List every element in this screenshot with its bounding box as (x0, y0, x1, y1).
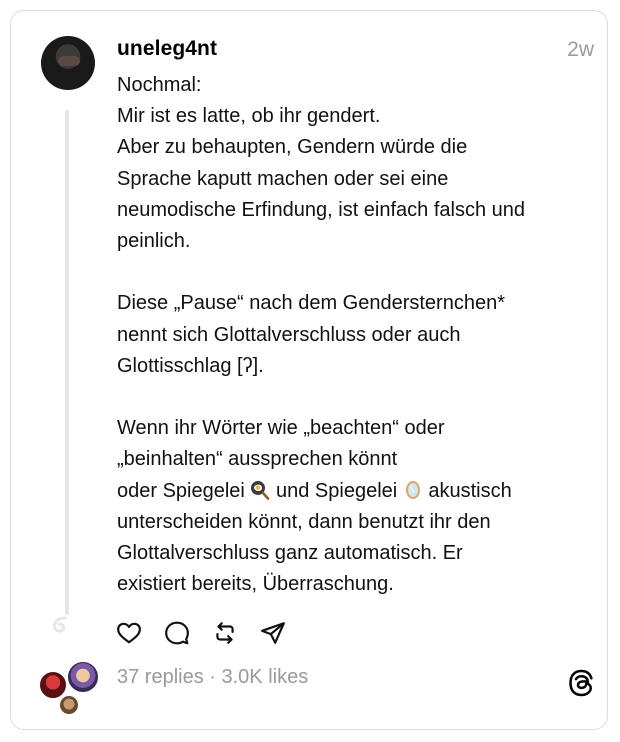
threads-logo-icon[interactable] (566, 668, 596, 698)
repost-icon (215, 622, 234, 644)
timestamp[interactable]: 2w (567, 38, 594, 62)
post-line: neumodische Erfindung, ist einfach falsc… (117, 198, 526, 221)
replier-avatars (36, 660, 102, 716)
comment-icon (164, 621, 189, 645)
post-line: Glottisschlag [ʔ]. (117, 354, 264, 377)
post-line: Sprache kaputt machen oder sei eine (117, 167, 449, 190)
share-button[interactable] (259, 620, 286, 647)
post-line: Mir ist es latte, ob ihr gendert. (117, 105, 381, 128)
post-line: nennt sich Glottalverschluss oder auch (117, 323, 461, 346)
replier-avatar (66, 660, 100, 694)
mirror-icon (405, 480, 420, 499)
thread-line (65, 110, 69, 615)
post-body: Nochmal: Mir ist es latte, ob ihr gender… (117, 70, 587, 600)
post-text: oder Spiegelei (117, 479, 245, 502)
fried-egg-pan-icon (251, 480, 270, 500)
share-icon (260, 622, 285, 644)
username[interactable]: uneleg4nt (117, 37, 217, 61)
post-line: peinlich. (117, 230, 191, 253)
post-line: Aber zu behaupten, Gendern würde die (117, 136, 468, 159)
post-line: Glottalverschluss ganz automatisch. Er (117, 542, 463, 565)
repost-button[interactable] (211, 620, 238, 647)
post-text: akustisch (428, 479, 512, 502)
post-line-emoji: oder Spiegelei und Spiegelei akustisch (117, 476, 587, 507)
post-line: Diese „Pause“ nach dem Gendersternchen* (117, 292, 505, 315)
reply-button[interactable] (163, 620, 190, 647)
like-button[interactable] (115, 620, 142, 647)
engagement-stats[interactable]: 37 replies · 3.0K likes (117, 666, 308, 689)
post-line: Wenn ihr Wörter wie „beachten“ oder (117, 417, 445, 440)
action-bar (115, 619, 286, 647)
post-line: existiert bereits, Überraschung. (117, 573, 394, 596)
replier-avatar (58, 694, 80, 716)
post-line: Nochmal: (117, 74, 202, 96)
avatar[interactable] (41, 36, 95, 90)
thread-curl (52, 616, 67, 633)
post-line: „beinhalten“ aussprechen könnt (117, 448, 398, 471)
heart-icon (116, 622, 141, 644)
post-line: unterscheiden könnt, dann benutzt ihr de… (117, 510, 491, 533)
post-text: und Spiegelei (276, 479, 398, 502)
